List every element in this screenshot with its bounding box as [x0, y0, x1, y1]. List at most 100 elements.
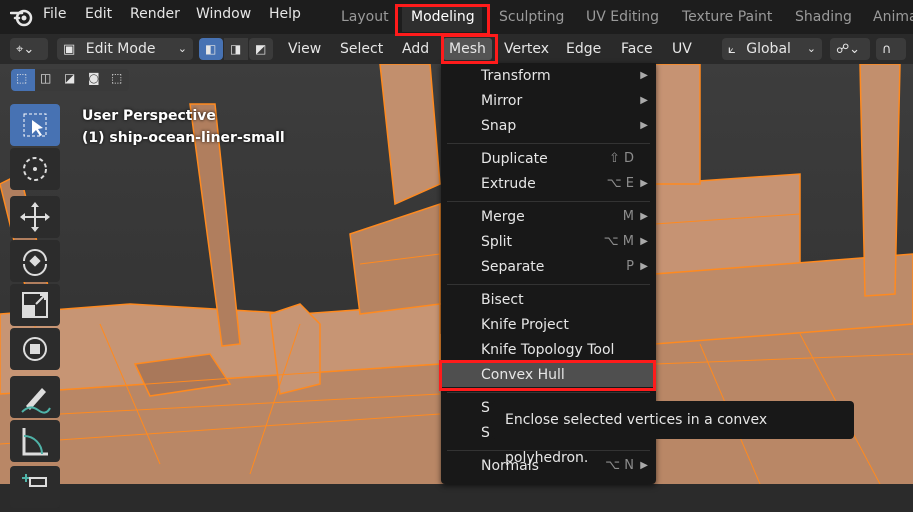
- measure-ruler-icon: [22, 428, 48, 456]
- mesh-menu-item-label: Separate: [481, 259, 545, 275]
- submenu-arrow-icon: ▶: [640, 178, 648, 189]
- select-new-icon: ⬚: [16, 71, 28, 85]
- add-cube-icon: [22, 474, 47, 487]
- tool-measure[interactable]: [10, 420, 60, 462]
- shortcut-label: ⌥ N: [605, 458, 634, 473]
- tab-layout[interactable]: Layout: [341, 9, 389, 25]
- mesh-menu-item-label: Merge: [481, 209, 525, 225]
- viewport-perspective-label: User Perspective: [82, 108, 216, 124]
- mesh-menu-item-label: S: [481, 400, 490, 416]
- mesh-menu-convex-hull[interactable]: Convex Hull: [441, 363, 656, 387]
- menu-select[interactable]: Select: [340, 38, 383, 60]
- submenu-arrow-icon: ▶: [640, 460, 648, 471]
- tool-annotate[interactable]: [10, 376, 60, 418]
- tool-shelf: [10, 104, 60, 508]
- select-mode-toggles: ⬚ ◫ ◪ ◙ ⬚: [11, 69, 129, 91]
- edge-select-button[interactable]: ◨: [224, 38, 248, 60]
- face-select-button[interactable]: ◩: [249, 38, 273, 60]
- viewport-header: ⌖⌄ ▣ Edit Mode ⌄ ◧ ◨ ◩ View Select Add M…: [0, 34, 913, 64]
- select-extend-icon[interactable]: ◫: [40, 71, 51, 85]
- menu-mesh[interactable]: Mesh: [443, 38, 492, 60]
- tool-scale[interactable]: [10, 284, 60, 326]
- mesh-menu-transform[interactable]: Transform ▶: [441, 64, 656, 88]
- tab-shading[interactable]: Shading: [795, 9, 852, 25]
- submenu-arrow-icon: ▶: [640, 261, 648, 272]
- mesh-menu-merge[interactable]: Merge M ▶: [441, 205, 656, 229]
- menu-uv[interactable]: UV: [672, 38, 692, 60]
- editor-type-button[interactable]: ⌖⌄: [10, 38, 48, 60]
- menu-vertex[interactable]: Vertex: [504, 38, 549, 60]
- edit-mode-icon: ▣: [63, 42, 76, 57]
- face-select-icon: ◩: [255, 42, 267, 56]
- mesh-menu-bisect[interactable]: Bisect: [441, 288, 656, 312]
- menu-edit[interactable]: Edit: [85, 6, 112, 22]
- mode-label: Edit Mode: [85, 41, 156, 57]
- top-menu-bar: File Edit Render Window Help Layout Mode…: [0, 0, 913, 34]
- shortcut-label: P: [626, 259, 634, 274]
- menu-render[interactable]: Render: [130, 6, 180, 22]
- mesh-menu-item-label: Bisect: [481, 292, 524, 308]
- shortcut-label: M: [622, 209, 634, 224]
- chevron-down-icon: ⌄: [177, 42, 187, 55]
- menu-face[interactable]: Face: [621, 38, 653, 60]
- menu-file[interactable]: File: [43, 6, 66, 22]
- menu-divider: [447, 143, 650, 144]
- tab-texture-paint[interactable]: Texture Paint: [682, 9, 772, 25]
- menu-add[interactable]: Add: [402, 38, 429, 60]
- chevron-down-icon: ⌄: [806, 42, 816, 55]
- magnet-icon: ∩: [882, 42, 892, 57]
- menu-divider: [447, 201, 650, 202]
- menu-view[interactable]: View: [288, 38, 321, 60]
- tool-cursor[interactable]: [10, 148, 60, 190]
- mesh-menu-snap[interactable]: Snap ▶: [441, 114, 656, 138]
- select-subtract-icon[interactable]: ◪: [64, 71, 75, 85]
- snap-toggle[interactable]: ∩: [876, 38, 906, 60]
- mesh-menu-knife-topology-tool[interactable]: Knife Topology Tool: [441, 338, 656, 362]
- pivot-selector[interactable]: ☍⌄: [830, 38, 870, 60]
- mesh-menu-separate[interactable]: Separate P ▶: [441, 255, 656, 279]
- mesh-menu-item-label: Split: [481, 234, 513, 250]
- vertex-select-button[interactable]: ◧: [199, 38, 223, 60]
- menu-help[interactable]: Help: [269, 6, 301, 22]
- select-invert-icon[interactable]: ◙: [88, 71, 100, 85]
- submenu-arrow-icon: ▶: [640, 120, 648, 131]
- pivot-icon: ☍⌄: [836, 42, 861, 57]
- tool-move[interactable]: [10, 196, 60, 238]
- mesh-menu-extrude[interactable]: Extrude ⌥ E ▶: [441, 172, 656, 196]
- menu-divider: [447, 392, 650, 393]
- tab-sculpting[interactable]: Sculpting: [499, 9, 564, 25]
- tool-transform[interactable]: [10, 328, 60, 370]
- mesh-menu-duplicate[interactable]: Duplicate ⇧ D: [441, 147, 656, 171]
- submenu-arrow-icon: ▶: [640, 211, 648, 222]
- shortcut-label: ⌥ M: [603, 234, 634, 249]
- select-box-icon: [23, 113, 47, 137]
- mesh-menu-knife-project[interactable]: Knife Project: [441, 313, 656, 337]
- mesh-menu-item-label: Snap: [481, 118, 517, 134]
- mesh-menu-mirror[interactable]: Mirror ▶: [441, 89, 656, 113]
- scale-icon: [22, 292, 48, 318]
- transform-icon: [23, 337, 47, 361]
- rotate-icon: [23, 249, 47, 276]
- tool-rotate[interactable]: [10, 240, 60, 282]
- submenu-arrow-icon: ▶: [640, 95, 648, 106]
- select-intersect-icon[interactable]: ⬚: [111, 71, 122, 85]
- convex-hull-tooltip: Enclose selected vertices in a convex po…: [492, 401, 854, 466]
- edge-select-icon: ◨: [230, 42, 242, 56]
- annotate-pencil-icon: [21, 388, 51, 414]
- tab-modeling[interactable]: Modeling: [411, 9, 475, 25]
- mesh-menu-item-label: Duplicate: [481, 151, 548, 167]
- menu-edge[interactable]: Edge: [566, 38, 601, 60]
- tool-add-cube[interactable]: [10, 466, 60, 508]
- submenu-arrow-icon: ▶: [640, 236, 648, 247]
- orientation-icon: ⟀: [728, 42, 736, 57]
- mode-selector[interactable]: ▣ Edit Mode ⌄: [57, 38, 193, 60]
- select-new-button[interactable]: ⬚: [11, 69, 35, 91]
- menu-window[interactable]: Window: [196, 6, 251, 22]
- tool-select-box[interactable]: [10, 104, 60, 146]
- orientation-selector[interactable]: ⟀ Global ⌄: [722, 38, 822, 60]
- tab-animation[interactable]: Anima: [873, 9, 913, 25]
- mesh-menu-split[interactable]: Split ⌥ M ▶: [441, 230, 656, 254]
- mesh-menu-item-label: Extrude: [481, 176, 536, 192]
- tab-uv-editing[interactable]: UV Editing: [586, 9, 659, 25]
- blender-logo-icon[interactable]: [10, 7, 34, 27]
